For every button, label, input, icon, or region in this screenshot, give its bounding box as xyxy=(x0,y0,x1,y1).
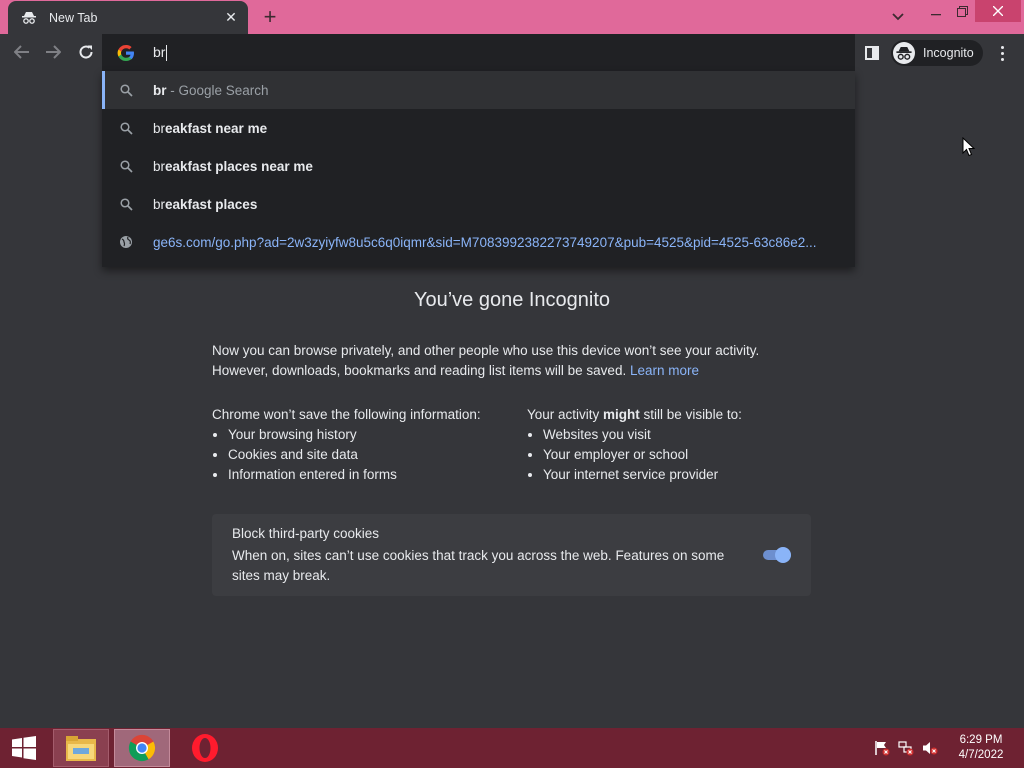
list-item: Websites you visit xyxy=(543,425,742,445)
system-clock[interactable]: 6:29 PM 4/7/2022 xyxy=(948,733,1014,763)
opera-icon xyxy=(192,734,218,762)
search-icon xyxy=(118,120,134,136)
file-explorer-button[interactable] xyxy=(53,729,109,767)
omnibox-input[interactable]: br xyxy=(153,44,168,62)
intro-text: Now you can browse privately, and other … xyxy=(212,341,812,381)
suggestion-prefix: br xyxy=(153,158,166,174)
forward-button[interactable] xyxy=(40,39,66,65)
page-title: You’ve gone Incognito xyxy=(413,289,611,311)
list-item: Your internet service provider xyxy=(543,465,742,485)
reload-button[interactable] xyxy=(73,39,99,65)
third-party-cookies-card: Block third-party cookies When on, sites… xyxy=(212,514,811,596)
volume-muted-icon[interactable] xyxy=(922,740,938,756)
taskbar: 6:29 PM 4/7/2022 xyxy=(0,728,1024,768)
wont-save-heading: Chrome won’t save the following informat… xyxy=(212,407,481,422)
cookies-description: When on, sites can’t use cookies that tr… xyxy=(232,548,725,583)
wont-save-section: Chrome won’t save the following informat… xyxy=(212,405,481,485)
suggestion-row[interactable]: breakfast places near me xyxy=(102,147,855,185)
list-item: Your employer or school xyxy=(543,445,742,465)
chevron-down-icon[interactable] xyxy=(888,8,908,26)
suggestion-url: ge6s.com/go.php?ad=2w3zyiyfw8u5c6q0iqmr&… xyxy=(153,234,817,250)
search-icon xyxy=(118,196,134,212)
globe-icon xyxy=(118,234,134,250)
incognito-icon xyxy=(893,42,915,64)
action-center-flag-icon[interactable] xyxy=(874,740,890,756)
mouse-cursor-icon xyxy=(962,136,976,157)
cookies-title: Block third-party cookies xyxy=(232,526,380,541)
suggestion-row[interactable]: br - Google Search xyxy=(102,71,855,109)
side-panel-icon[interactable] xyxy=(862,43,882,63)
suggestion-prefix: br xyxy=(153,120,166,136)
suggestion-completion: eakfast places xyxy=(165,196,258,212)
omnibox[interactable] xyxy=(102,34,855,71)
google-logo-icon xyxy=(117,44,135,62)
incognito-profile-button[interactable]: Incognito xyxy=(891,40,983,66)
tab-title: New Tab xyxy=(49,10,98,25)
incognito-icon xyxy=(21,10,37,26)
chrome-taskbar-button[interactable] xyxy=(114,729,170,767)
restore-button[interactable] xyxy=(947,0,977,22)
network-icon[interactable] xyxy=(898,740,914,756)
suggestion-row[interactable]: breakfast near me xyxy=(102,109,855,147)
suggestion-query: br xyxy=(153,82,167,98)
back-button[interactable] xyxy=(9,39,35,65)
learn-more-link[interactable]: Learn more xyxy=(630,363,699,378)
suggestion-prefix: br xyxy=(153,196,166,212)
chrome-icon xyxy=(128,734,156,762)
new-tab-button[interactable]: + xyxy=(258,4,282,29)
file-explorer-icon xyxy=(66,736,96,761)
suggestion-row[interactable]: breakfast places xyxy=(102,185,855,223)
close-window-button[interactable] xyxy=(975,0,1021,22)
block-cookies-toggle[interactable] xyxy=(761,547,792,563)
tab-new-tab[interactable]: New Tab ✕ xyxy=(8,1,248,34)
toggle-knob xyxy=(775,547,791,563)
tab-strip: New Tab ✕ + xyxy=(0,0,1024,34)
incognito-label: Incognito xyxy=(923,46,974,60)
search-icon xyxy=(118,158,134,174)
windows-start-button[interactable] xyxy=(0,728,48,768)
text-caret xyxy=(166,45,168,62)
suggestion-completion: eakfast places near me xyxy=(165,158,313,174)
suggestion-completion: eakfast near me xyxy=(165,120,268,136)
close-icon[interactable]: ✕ xyxy=(222,9,240,27)
clock-time: 6:29 PM xyxy=(959,734,1003,746)
list-item: Cookies and site data xyxy=(228,445,481,465)
list-item: Information entered in forms xyxy=(228,465,481,485)
omnibox-suggestions: br - Google Search breakfast near me bre… xyxy=(102,71,855,267)
search-icon xyxy=(118,82,134,98)
still-visible-heading: Your activity might still be visible to: xyxy=(527,407,742,422)
clock-date: 4/7/2022 xyxy=(958,749,1004,761)
suggestion-row-url[interactable]: ge6s.com/go.php?ad=2w3zyiyfw8u5c6q0iqmr&… xyxy=(102,223,855,261)
kebab-menu-icon[interactable] xyxy=(994,42,1010,64)
list-item: Your browsing history xyxy=(228,425,481,445)
suggestion-hint: - Google Search xyxy=(166,82,269,98)
opera-taskbar-button[interactable] xyxy=(177,729,233,767)
still-visible-section: Your activity might still be visible to:… xyxy=(527,405,742,485)
